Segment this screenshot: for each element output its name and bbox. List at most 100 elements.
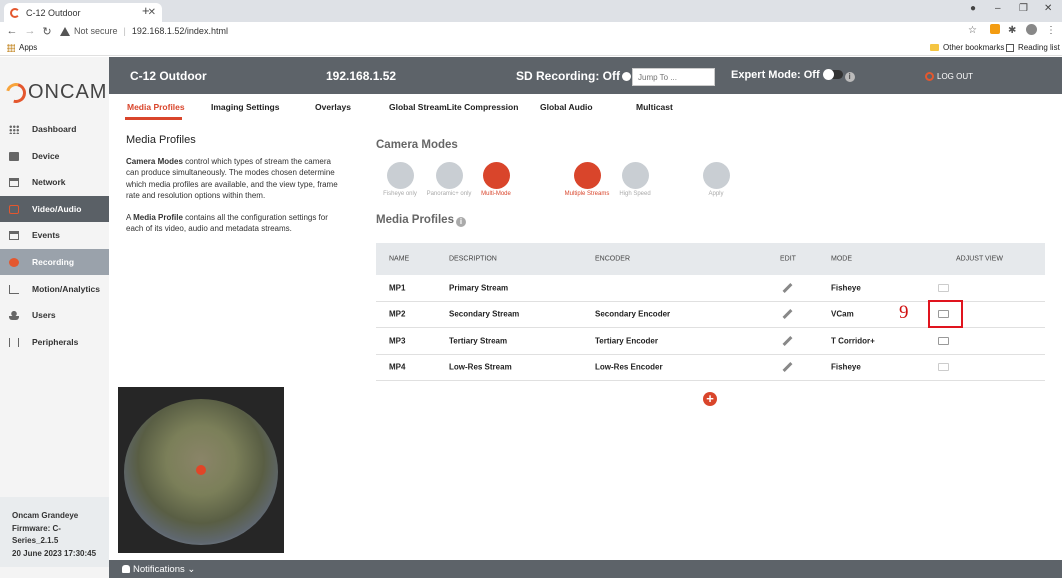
video-play-icon [9,204,19,214]
dashboard-grid-icon [9,124,19,134]
col-encoder: ENCODER [595,255,631,263]
adjust-view-icon[interactable] [938,336,949,345]
new-tab-button[interactable]: + [142,3,150,18]
media-profile-paragraph: A Media Profile contains all the configu… [126,212,346,235]
sidebar-item-label: Dashboard [32,124,77,134]
tab-media-profiles[interactable]: Media Profiles [127,102,185,112]
mode-high-speed[interactable]: High Speed [605,162,665,197]
info-icon[interactable]: i [455,217,466,227]
network-icon [9,177,19,187]
kebab-menu-icon[interactable]: ⋮ [1046,25,1056,36]
back-arrow-icon[interactable]: ← [3,25,21,37]
notifications-label: Notifications ⌄ [133,563,196,575]
apps-shortcut[interactable]: Apps [7,43,37,52]
sidebar-item-device[interactable]: Device [0,143,109,169]
panoramic-icon [435,162,463,189]
camera-ip: 192.168.1.52 [326,69,397,83]
table-header: NAME DESCRIPTION ENCODER EDIT MODE ADJUS… [376,243,1045,275]
sidebar-item-label: Device [32,151,60,161]
warning-triangle-icon [60,26,70,36]
tab-imaging-settings[interactable]: Imaging Settings [211,102,279,112]
sidebar: ONCAM Dashboard Device Network Video/Aud… [0,57,109,578]
play-icon[interactable] [196,465,206,475]
apply-button[interactable]: Apply [686,162,746,197]
sub-nav-tabs: Media Profiles Imaging Settings Overlays… [109,94,1062,121]
camera-modes-term: Camera Modes [126,156,183,166]
oncam-swoosh-icon [2,78,30,107]
camera-name: C-12 Outdoor [130,69,207,83]
sidebar-item-label: Recording [32,257,75,267]
sidebar-item-network[interactable]: Network [0,169,109,195]
multiple-streams-30fps-icon [573,162,601,189]
tab-global-streamlite[interactable]: Global StreamLite Compression [389,102,518,112]
mode-label: High Speed [619,191,651,197]
record-dot-icon [9,257,19,267]
high-speed-60fps-icon [621,162,649,189]
logout-button[interactable]: LOG OUT [925,72,973,81]
edit-pencil-icon[interactable] [782,362,793,373]
extension-icon[interactable] [990,24,1000,34]
profile-description: Low-Res Stream [449,362,512,372]
profile-description: Secondary Stream [449,309,520,319]
col-name: NAME [389,255,410,263]
expert-mode: Expert Mode: Off i [731,69,855,82]
mode-label: Panoramic+ only [426,191,472,197]
omnibox[interactable]: Not secure | 192.168.1.52/index.html [60,24,960,38]
puzzle-extensions-icon[interactable]: ✱ [1008,25,1016,36]
apply-sign-in-icon [702,162,730,189]
info-icon[interactable]: i [844,72,855,82]
other-bookmarks-label: Other bookmarks [943,43,1005,52]
sidebar-item-dashboard[interactable]: Dashboard [0,116,109,142]
expert-mode-toggle[interactable] [822,69,843,80]
reload-icon[interactable]: ↻ [38,25,56,38]
sidebar-item-recording[interactable]: Recording [0,249,109,275]
tab-overlays[interactable]: Overlays [315,102,351,112]
sidebar-item-events[interactable]: Events [0,222,109,248]
bookmarks-bar: Apps Other bookmarks Reading list [0,40,1062,56]
tab-global-audio[interactable]: Global Audio [540,102,593,112]
sidebar-item-motion-analytics[interactable]: Motion/Analytics [0,276,109,302]
maximize-button[interactable]: ❐ [1019,3,1028,14]
sidebar-item-peripherals[interactable]: Peripherals [0,329,109,355]
browser-tab-bar: C-12 Outdoor ✕ + ● – ❐ ✕ [0,0,1062,22]
profile-circle-icon[interactable]: ● [970,3,976,14]
table-row: MP4 Low-Res Stream Low-Res Encoder Fishe… [376,355,1045,381]
camera-preview[interactable] [118,387,284,553]
adjust-view-icon [938,363,949,372]
notifications-bar[interactable]: Notifications ⌄ [109,560,1062,578]
forward-arrow-icon[interactable]: → [21,25,39,37]
profile-avatar-icon[interactable] [1026,24,1037,35]
sidebar-item-users[interactable]: Users [0,302,109,328]
logo-text: ONCAM [28,81,108,103]
close-window-button[interactable]: ✕ [1044,3,1052,14]
url-text[interactable]: 192.168.1.52/index.html [132,26,228,36]
profile-encoder: Low-Res Encoder [595,362,663,372]
expert-mode-label: Expert Mode: Off [731,69,820,81]
minimize-button[interactable]: – [995,3,1001,14]
profile-encoder: Secondary Encoder [595,309,671,319]
edit-pencil-icon[interactable] [782,309,793,320]
profile-mode: VCam [831,309,854,319]
edit-pencil-icon[interactable] [782,335,793,346]
reading-list[interactable]: Reading list [1006,43,1060,52]
sd-recording-label: SD Recording: Off [516,69,620,83]
sidebar-item-video-audio[interactable]: Video/Audio [0,196,109,222]
jump-to-input[interactable] [632,68,715,86]
annotation-step-number: 9 [899,302,909,323]
edit-pencil-icon[interactable] [782,282,793,293]
oncam-logo[interactable]: ONCAM [2,78,108,107]
adjust-view-icon [938,283,949,292]
sd-recording-toggle[interactable] [622,72,631,81]
other-bookmarks[interactable]: Other bookmarks [930,43,1004,52]
mode-multi-mode[interactable]: Multi-Mode [466,162,526,197]
tab-multicast[interactable]: Multicast [636,102,673,112]
not-secure-label: Not secure [74,26,118,36]
add-profile-button[interactable]: + [703,392,717,406]
profile-name: MP3 [389,336,406,346]
sd-recording-status[interactable]: SD Recording: Off [516,69,631,83]
active-tab-underline [125,117,182,120]
browser-tab[interactable]: C-12 Outdoor ✕ [4,3,162,22]
bookmark-star-icon[interactable]: ☆ [968,25,977,36]
tab-title: C-12 Outdoor [26,7,81,18]
profile-description: Primary Stream [449,283,509,293]
